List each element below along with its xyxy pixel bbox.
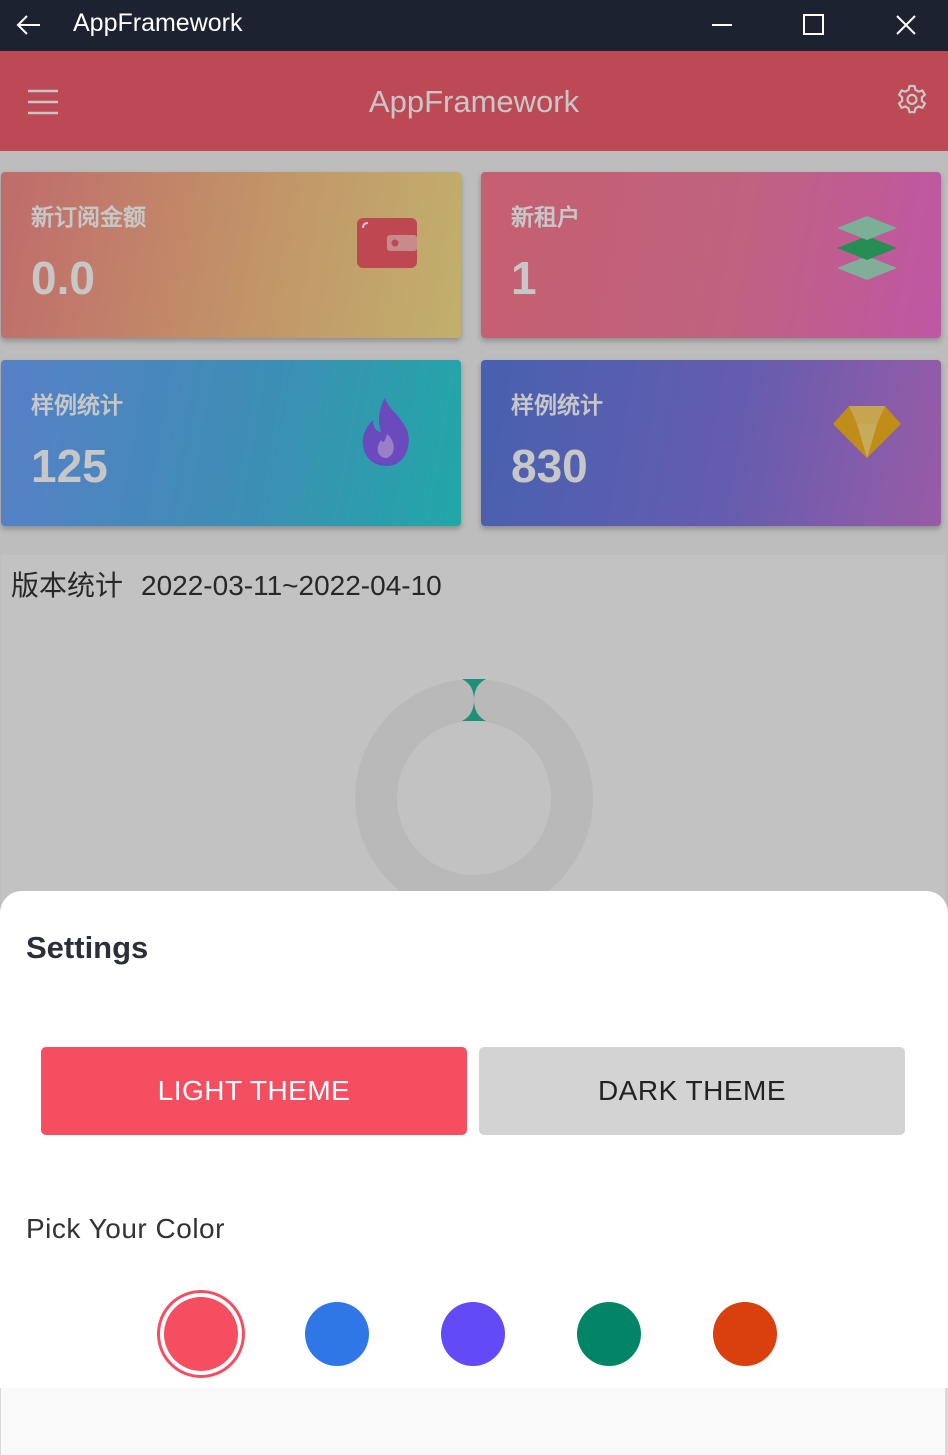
- color-swatch-orange[interactable]: [713, 1302, 777, 1366]
- close-icon[interactable]: [891, 10, 921, 40]
- dark-theme-button[interactable]: DARK THEME: [479, 1047, 905, 1135]
- window-title: AppFramework: [73, 9, 243, 37]
- color-swatch-red[interactable]: [164, 1297, 238, 1371]
- back-arrow-icon[interactable]: [14, 10, 44, 40]
- color-swatch-blue[interactable]: [305, 1302, 369, 1366]
- window-title-bar: AppFramework: [0, 0, 948, 51]
- minimize-icon[interactable]: [707, 10, 737, 40]
- pick-color-label: Pick Your Color: [26, 1213, 225, 1244]
- maximize-icon[interactable]: [799, 10, 829, 40]
- light-theme-button[interactable]: LIGHT THEME: [41, 1047, 467, 1135]
- settings-sheet: Settings LIGHT THEME DARK THEME Pick You…: [0, 891, 948, 1388]
- color-swatch-green[interactable]: [577, 1302, 641, 1366]
- settings-title: Settings: [26, 930, 149, 965]
- color-swatch-purple[interactable]: [441, 1302, 505, 1366]
